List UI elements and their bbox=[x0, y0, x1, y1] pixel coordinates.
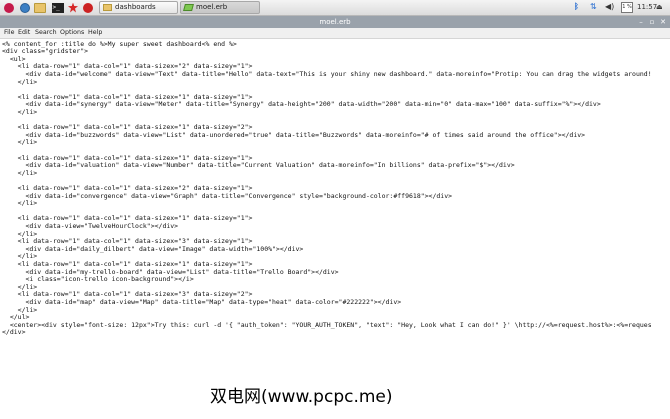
task-label: moel.erb bbox=[196, 3, 228, 11]
menu-file[interactable]: File bbox=[4, 28, 15, 38]
code-line: <center><div style="font-size: 12px">Try… bbox=[2, 320, 652, 329]
taskbar-task-moel-erb[interactable]: moel.erb bbox=[180, 1, 260, 14]
window-titlebar[interactable]: moel.erb – ▫ ✕ bbox=[0, 16, 670, 28]
network-icon[interactable]: ⇅ bbox=[590, 2, 597, 11]
web-browser-icon[interactable] bbox=[19, 2, 31, 13]
menu-help[interactable]: Help bbox=[88, 28, 102, 38]
code-line: <div data-id="welcome" data-view="Text" … bbox=[2, 69, 652, 78]
taskbar-task-dashboards[interactable]: dashboards bbox=[99, 1, 178, 14]
code-line: </li> bbox=[2, 138, 38, 147]
menu-edit[interactable]: Edit bbox=[18, 28, 30, 38]
task-label: dashboards bbox=[115, 3, 156, 11]
window-title: moel.erb bbox=[319, 18, 351, 26]
code-line: <div data-id="daily_dilbert" data-view="… bbox=[2, 244, 304, 253]
eject-icon[interactable]: ⏏ bbox=[656, 3, 663, 11]
watermark: 双电网(www.pcpc.me) bbox=[210, 387, 393, 407]
wolfram-icon[interactable] bbox=[82, 2, 94, 13]
code-line: </li> bbox=[2, 107, 38, 116]
menubar: File Edit Search Options Help bbox=[0, 28, 670, 39]
code-line: <div data-id="synergy" data-view="Meter"… bbox=[2, 100, 601, 109]
code-line: <div data-id="map" data-view="Map" data-… bbox=[2, 297, 402, 306]
menu-options[interactable]: Options bbox=[60, 28, 84, 38]
bluetooth-icon[interactable]: ᛒ bbox=[574, 2, 579, 11]
close-icon[interactable]: ✕ bbox=[658, 17, 668, 27]
raspberry-menu-icon[interactable] bbox=[3, 2, 15, 13]
cpu-monitor: 1 % bbox=[621, 2, 633, 13]
file-manager-icon[interactable] bbox=[34, 2, 46, 13]
taskbar: >_ dashboards moel.erb ᛒ ⇅ ◀) 1 % 11:57 … bbox=[0, 0, 670, 16]
menu-search[interactable]: Search bbox=[35, 28, 57, 38]
folder-icon bbox=[103, 4, 112, 11]
code-line: </li> bbox=[2, 77, 38, 86]
editor-text-area[interactable]: <% content_for :title do %>My super swee… bbox=[0, 39, 670, 419]
maximize-icon[interactable]: ▫ bbox=[647, 17, 657, 27]
code-line: </div> bbox=[2, 328, 26, 337]
volume-icon[interactable]: ◀) bbox=[605, 2, 614, 11]
code-line: </li> bbox=[2, 199, 38, 208]
code-line: <div data-id="convergence" data-view="Gr… bbox=[2, 191, 453, 200]
code-line: <div data-id="valuation" data-view="Numb… bbox=[2, 161, 515, 170]
code-line: <div data-id="buzzwords" data-view="List… bbox=[2, 130, 586, 139]
code-line: </li> bbox=[2, 168, 38, 177]
mathematica-icon[interactable] bbox=[67, 2, 79, 13]
text-editor-icon bbox=[183, 4, 194, 11]
terminal-icon[interactable]: >_ bbox=[51, 2, 64, 13]
clock[interactable]: 11:57 bbox=[637, 3, 657, 11]
minimize-icon[interactable]: – bbox=[636, 17, 646, 27]
